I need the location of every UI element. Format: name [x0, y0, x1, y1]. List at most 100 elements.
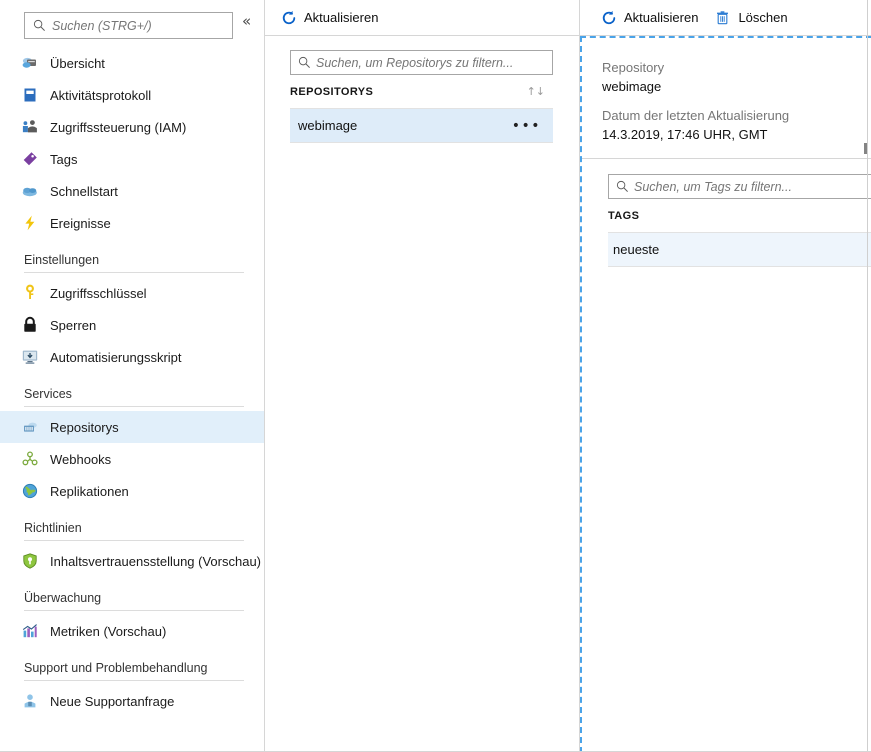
- sort-icon[interactable]: ↑↓: [527, 85, 545, 98]
- sidebar-item-schnellstart[interactable]: Schnellstart: [0, 175, 264, 207]
- sidebar-group-services: Services: [0, 387, 264, 407]
- table-row[interactable]: webimage •••: [290, 109, 553, 143]
- divider: [580, 158, 871, 159]
- sidebar-group-richtlinien: Richtlinien: [0, 521, 264, 541]
- sidebar-search-row: Suchen (STRG+/) «: [0, 0, 264, 39]
- content-trust-icon: [20, 551, 40, 571]
- repositories-toolbar: Aktualisieren: [265, 0, 579, 36]
- scrollbar-thumb[interactable]: [864, 143, 867, 154]
- sidebar-item-label: Repositorys: [50, 419, 119, 435]
- sidebar-item-label: Metriken (Vorschau): [50, 623, 167, 639]
- search-icon: [616, 180, 629, 193]
- overview-icon: [20, 53, 40, 73]
- replication-icon: [20, 481, 40, 501]
- delete-button-label: Löschen: [738, 10, 788, 25]
- refresh-icon: [600, 9, 617, 26]
- sidebar-item-ereignisse[interactable]: Ereignisse: [0, 207, 264, 239]
- sidebar-item-inhaltsvertrauensstellung[interactable]: Inhaltsvertrauensstellung (Vorschau): [0, 545, 264, 577]
- repositories-pane: Aktualisieren Suchen, um Repositorys zu …: [265, 0, 580, 752]
- sidebar-item-neue-supportanfrage[interactable]: Neue Supportanfrage: [0, 685, 264, 717]
- repositories-column-label: REPOSITORYS: [290, 85, 374, 98]
- repository-icon: [20, 417, 40, 437]
- sidebar-item-label: Schnellstart: [50, 183, 118, 199]
- tag-name: neueste: [613, 242, 660, 257]
- repository-filter-placeholder: Suchen, um Repositorys zu filtern...: [316, 55, 514, 70]
- sidebar-group-title: Services: [24, 387, 72, 401]
- sidebar-item-metriken[interactable]: Metriken (Vorschau): [0, 615, 264, 647]
- tag-filter-input[interactable]: Suchen, um Tags zu filtern...: [608, 174, 871, 199]
- repository-field-label: Repository: [602, 60, 665, 75]
- sidebar-group-title: Support und Problembehandlung: [24, 661, 208, 675]
- sidebar-nav-primary: Übersicht Aktivitätsprotokoll Zugriffsst…: [0, 47, 264, 239]
- collapse-sidebar-button[interactable]: «: [242, 13, 251, 29]
- pane-edge: [867, 0, 868, 752]
- automation-script-icon: [20, 347, 40, 367]
- tags-column-label: TAGS: [608, 209, 640, 222]
- sidebar-item-label: Sperren: [50, 317, 97, 333]
- tags-column-header: TAGS: [608, 199, 871, 233]
- sidebar-item-zugriffsschlussel[interactable]: Zugriffsschlüssel: [0, 277, 264, 309]
- refresh-button[interactable]: Aktualisieren: [600, 0, 698, 35]
- sidebar-group-einstellungen: Einstellungen: [0, 253, 264, 273]
- tags-section: Suchen, um Tags zu filtern... TAGS neues…: [580, 160, 871, 267]
- sidebar-item-label: Zugriffssteuerung (IAM): [50, 119, 187, 135]
- sidebar-item-label: Inhaltsvertrauensstellung (Vorschau): [50, 553, 262, 569]
- refresh-button-label: Aktualisieren: [304, 10, 379, 25]
- table-row[interactable]: neueste: [608, 233, 871, 267]
- repository-summary: Repository webimage Datum der letzten Ak…: [580, 36, 871, 144]
- lock-icon: [20, 315, 40, 335]
- quickstart-icon: [20, 181, 40, 201]
- metrics-icon: [20, 621, 40, 641]
- search-icon: [298, 56, 311, 69]
- sidebar-item-label: Webhooks: [50, 451, 112, 467]
- sidebar-item-label: Zugriffsschlüssel: [50, 285, 147, 301]
- sidebar-item-automatisierungsskript[interactable]: Automatisierungsskript: [0, 341, 264, 373]
- repository-detail-pane: Aktualisieren Löschen Repository webimag…: [580, 0, 871, 752]
- sidebar-search-placeholder: Suchen (STRG+/): [52, 18, 152, 33]
- events-icon: [20, 213, 40, 233]
- sidebar-group-support: Support und Problembehandlung: [0, 661, 264, 681]
- repository-name: webimage: [298, 118, 358, 133]
- sidebar-item-aktivitatsprotokoll[interactable]: Aktivitätsprotokoll: [0, 79, 264, 111]
- sidebar-item-tags[interactable]: Tags: [0, 143, 264, 175]
- sidebar-item-label: Replikationen: [50, 483, 129, 499]
- delete-button[interactable]: Löschen: [714, 0, 788, 35]
- sidebar-group-uberwachung: Überwachung: [0, 591, 264, 611]
- sidebar-item-label: Neue Supportanfrage: [50, 693, 175, 709]
- sidebar-search-input[interactable]: Suchen (STRG+/): [24, 12, 233, 39]
- refresh-button[interactable]: Aktualisieren: [280, 0, 378, 35]
- sidebar-item-zugriffssteuerung-iam[interactable]: Zugriffssteuerung (IAM): [0, 111, 264, 143]
- sidebar-group-title: Richtlinien: [24, 521, 82, 535]
- repository-field-value: webimage: [602, 79, 662, 94]
- repository-filter-input[interactable]: Suchen, um Repositorys zu filtern...: [290, 50, 553, 75]
- sidebar-item-label: Ereignisse: [50, 215, 111, 231]
- sidebar-item-repositorys[interactable]: Repositorys: [0, 411, 264, 443]
- sidebar-item-label: Übersicht: [50, 55, 105, 71]
- sidebar-item-webhooks[interactable]: Webhooks: [0, 443, 264, 475]
- access-control-icon: [20, 117, 40, 137]
- repositories-column-header: REPOSITORYS ↑↓: [290, 75, 553, 109]
- sidebar-item-sperren[interactable]: Sperren: [0, 309, 264, 341]
- webhook-icon: [20, 449, 40, 469]
- azure-portal-blade: Suchen (STRG+/) « Übersicht Aktivitätspr…: [0, 0, 871, 752]
- last-updated-field-value: 14.3.2019, 17:46 UHR, GMT: [602, 127, 768, 142]
- sidebar-item-ubersicht[interactable]: Übersicht: [0, 47, 264, 79]
- sidebar-group-title: Einstellungen: [24, 253, 100, 267]
- tag-filter-placeholder: Suchen, um Tags zu filtern...: [634, 179, 792, 194]
- last-updated-field-label: Datum der letzten Aktualisierung: [602, 108, 790, 123]
- support-request-icon: [20, 691, 40, 711]
- sidebar-item-replikationen[interactable]: Replikationen: [0, 475, 264, 507]
- refresh-icon: [280, 9, 297, 26]
- activity-log-icon: [20, 85, 40, 105]
- detail-toolbar: Aktualisieren Löschen: [580, 0, 871, 36]
- sidebar-item-label: Automatisierungsskript: [50, 349, 182, 365]
- more-options-icon[interactable]: •••: [512, 119, 541, 133]
- sidebar-group-title: Überwachung: [24, 591, 102, 605]
- sidebar-item-label: Aktivitätsprotokoll: [50, 87, 152, 103]
- trash-icon: [714, 9, 731, 26]
- sidebar-item-label: Tags: [50, 151, 78, 167]
- search-icon: [33, 19, 46, 32]
- refresh-button-label: Aktualisieren: [624, 10, 699, 25]
- sidebar: Suchen (STRG+/) « Übersicht Aktivitätspr…: [0, 0, 265, 752]
- key-icon: [20, 283, 40, 303]
